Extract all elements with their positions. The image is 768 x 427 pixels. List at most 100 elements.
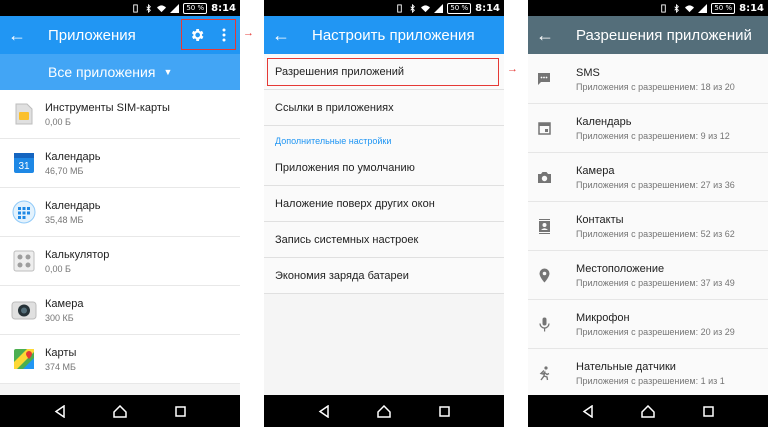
item-label: Экономия заряда батареи — [275, 269, 409, 282]
permission-detail: Приложения с разрешением: 52 из 62 — [576, 228, 735, 239]
app-name: Календарь — [45, 199, 101, 212]
app-name: Калькулятор — [45, 248, 110, 261]
signal-icon — [434, 3, 444, 13]
sim-card-icon — [11, 101, 37, 127]
permission-microphone[interactable]: Микрофон Приложения с разрешением: 20 из … — [528, 300, 768, 349]
calendar-icon: 31 — [11, 150, 37, 176]
back-nav-icon[interactable] — [54, 404, 66, 418]
battery-optimization-item[interactable]: Экономия заряда батареи — [264, 258, 504, 294]
permission-detail: Приложения с разрешением: 18 из 20 — [576, 81, 735, 92]
app-size: 0,00 Б — [45, 263, 71, 274]
calendar-date-text: 31 — [18, 161, 30, 172]
list-item[interactable]: Камера 300 КБ — [0, 286, 240, 335]
permission-calendar[interactable]: Календарь Приложения с разрешением: 9 из … — [528, 104, 768, 153]
all-apps-dropdown[interactable]: Все приложения ▼ — [0, 54, 240, 90]
navigation-bar — [528, 395, 768, 427]
permission-location[interactable]: Местоположение Приложения с разрешением: … — [528, 251, 768, 300]
permission-sms[interactable]: SMS Приложения с разрешением: 18 из 20 — [528, 55, 768, 104]
page-title: Разрешения приложений — [576, 26, 752, 44]
list-item[interactable]: Карты 374 МБ — [0, 335, 240, 384]
bluetooth-icon — [410, 3, 416, 13]
permission-body-sensors[interactable]: Нательные датчики Приложения с разрешение… — [528, 349, 768, 398]
permission-name: Микрофон — [576, 311, 630, 324]
contacts-icon — [528, 218, 560, 234]
page-title: Настроить приложения — [312, 26, 475, 44]
sms-icon — [528, 72, 560, 86]
back-arrow-icon[interactable]: ← — [264, 16, 298, 54]
maps-icon — [11, 346, 37, 372]
wifi-icon — [157, 4, 167, 12]
app-size: 35,48 МБ — [45, 214, 84, 225]
permission-camera[interactable]: Камера Приложения с разрешением: 27 из 36 — [528, 153, 768, 202]
permission-detail: Приложения с разрешением: 20 из 29 — [576, 326, 735, 337]
page-title: Приложения — [48, 26, 136, 44]
phone-screen-apps: 50 % 8:14 ← Приложения Все приложения ▼ … — [0, 0, 240, 427]
calculator-icon — [11, 248, 37, 274]
section-header: Дополнительные настройки — [275, 136, 392, 146]
back-nav-icon[interactable] — [582, 404, 594, 418]
list-item[interactable]: Календарь 35,48 МБ — [0, 188, 240, 237]
permission-name: SMS — [576, 66, 600, 79]
permission-detail: Приложения с разрешением: 37 из 49 — [576, 277, 735, 288]
bluetooth-icon — [146, 3, 152, 13]
app-list: Инструменты SIM-карты 0,00 Б 31 Календарь… — [0, 90, 240, 384]
home-nav-icon[interactable] — [113, 404, 128, 418]
back-arrow-icon[interactable]: ← — [0, 16, 34, 54]
home-nav-icon[interactable] — [641, 404, 656, 418]
draw-over-apps-item[interactable]: Наложение поверх других окон — [264, 186, 504, 222]
permission-name: Местоположение — [576, 262, 665, 275]
modify-system-settings-item[interactable]: Запись системных настроек — [264, 222, 504, 258]
highlight-box — [181, 19, 236, 50]
clock: 8:14 — [739, 2, 764, 14]
battery-indicator: 50 % — [447, 2, 472, 14]
recents-nav-icon[interactable] — [439, 405, 450, 417]
default-apps-item[interactable]: Приложения по умолчанию — [264, 150, 504, 186]
arrow-right-icon: → — [507, 63, 518, 75]
back-arrow-icon[interactable]: ← — [528, 16, 562, 54]
permission-detail: Приложения с разрешением: 1 из 1 — [576, 375, 725, 386]
home-nav-icon[interactable] — [377, 404, 392, 418]
location-icon — [528, 268, 560, 283]
permission-detail: Приложения с разрешением: 27 из 36 — [576, 179, 735, 190]
back-nav-icon[interactable] — [318, 404, 330, 418]
camera-icon — [528, 171, 560, 184]
phone-screen-permissions: 50 % 8:14 ← Разрешения приложений SMS При… — [528, 0, 768, 427]
item-label: Запись системных настроек — [275, 233, 419, 246]
item-label: Ссылки в приложениях — [275, 101, 394, 114]
app-bar: ← Приложения — [0, 16, 240, 54]
item-label: Наложение поверх других окон — [275, 197, 435, 210]
navigation-bar — [0, 395, 240, 427]
app-name: Инструменты SIM-карты — [45, 101, 170, 114]
recents-nav-icon[interactable] — [175, 405, 186, 417]
list-item[interactable]: 31 Календарь 46,70 МБ — [0, 139, 240, 188]
list-item[interactable]: Инструменты SIM-карты 0,00 Б — [0, 90, 240, 139]
dropdown-label: Все приложения — [48, 64, 156, 80]
highlight-box — [267, 58, 499, 86]
clock: 8:14 — [475, 2, 500, 14]
microphone-icon — [528, 317, 560, 332]
app-size: 0,00 Б — [45, 116, 71, 127]
app-name: Карты — [45, 346, 77, 359]
app-links-item[interactable]: Ссылки в приложениях — [264, 90, 504, 126]
app-permissions-item[interactable]: Разрешения приложений — [264, 54, 504, 90]
permission-contacts[interactable]: Контакты Приложения с разрешением: 52 из … — [528, 202, 768, 251]
signal-icon — [170, 3, 180, 13]
permission-name: Контакты — [576, 213, 624, 226]
app-name: Календарь — [45, 150, 101, 163]
battery-indicator: 50 % — [711, 2, 736, 14]
permission-name: Нательные датчики — [576, 360, 676, 373]
permission-name: Календарь — [576, 115, 632, 128]
app-name: Камера — [45, 297, 84, 310]
clock: 8:14 — [211, 2, 236, 14]
bluetooth-icon — [674, 3, 680, 13]
phone-screen-configure: 50 % 8:14 ← Настроить приложения Разреше… — [264, 0, 504, 427]
calendar-grid-icon — [11, 199, 37, 225]
caret-down-icon: ▼ — [163, 67, 173, 77]
camera-app-icon — [11, 297, 37, 323]
status-bar: 50 % 8:14 — [0, 0, 240, 16]
list-item[interactable]: Калькулятор 0,00 Б — [0, 237, 240, 286]
recents-nav-icon[interactable] — [703, 405, 714, 417]
navigation-bar — [264, 395, 504, 427]
wifi-icon — [421, 4, 431, 12]
vibrate-icon — [397, 3, 403, 13]
